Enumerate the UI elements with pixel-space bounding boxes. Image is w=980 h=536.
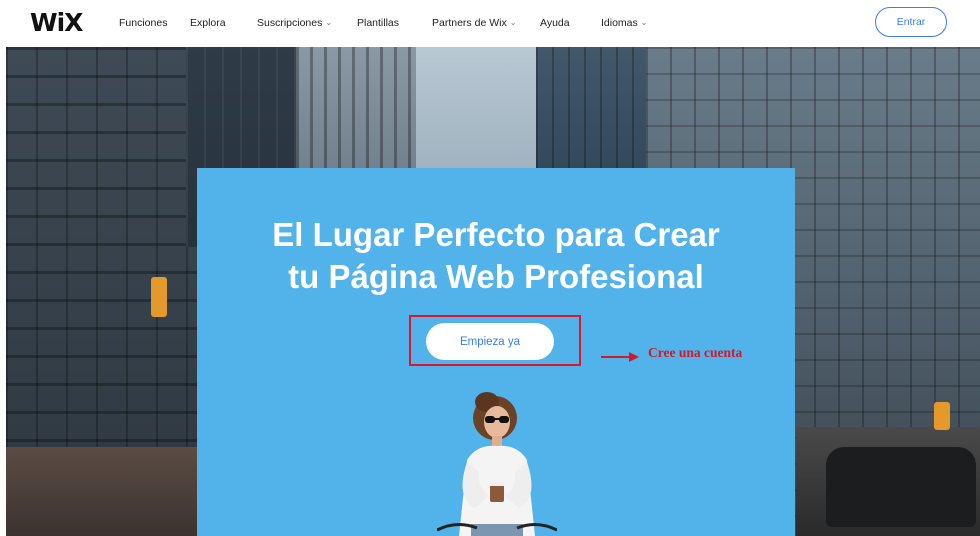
chevron-down-icon: ⌄ [325, 18, 333, 27]
nav-item-label: Funciones [119, 17, 168, 29]
nav-item-label: Partners de Wix [432, 17, 507, 29]
nav-item-ayuda[interactable]: Ayuda [540, 17, 570, 29]
headline-line-2: tu Página Web Profesional [288, 258, 704, 295]
headline-line-1: El Lugar Perfecto para Crear [272, 216, 720, 253]
hero-headline: El Lugar Perfecto para Crear tu Página W… [197, 214, 795, 298]
main-nav: Funciones Explora Suscripciones ⌄ Planti… [119, 16, 719, 30]
woman-with-coffee-image [437, 392, 557, 536]
annotation-highlight-box [409, 315, 581, 366]
nav-item-suscripciones[interactable]: Suscripciones ⌄ [257, 17, 332, 29]
street-left [6, 447, 201, 536]
arrow-right-icon [601, 352, 639, 362]
building-center-right [536, 47, 656, 177]
nav-item-funciones[interactable]: Funciones [119, 17, 167, 29]
annotation-label: Cree una cuenta [648, 345, 743, 360]
nav-item-explora[interactable]: Explora [190, 17, 226, 29]
nav-item-label: Suscripciones [257, 17, 323, 29]
nav-item-idiomas[interactable]: Idiomas ⌄ [601, 17, 647, 29]
nav-item-partners[interactable]: Partners de Wix ⌄ [432, 17, 516, 29]
top-navigation-bar: WiX Funciones Explora Suscripciones ⌄ Pl… [0, 0, 980, 46]
login-button[interactable]: Entrar [875, 7, 947, 37]
traffic-light-icon [934, 402, 950, 430]
nav-item-label: Plantillas [357, 17, 400, 29]
nav-item-plantillas[interactable]: Plantillas [357, 17, 399, 29]
wix-logo[interactable]: WiX [30, 8, 83, 37]
chevron-down-icon: ⌄ [640, 18, 648, 27]
nav-item-label: Ayuda [540, 17, 570, 29]
nav-item-label: Idiomas [601, 17, 638, 29]
car-image [826, 447, 976, 527]
building-center-sky [416, 47, 536, 177]
traffic-light-icon [151, 277, 167, 317]
building-center [296, 47, 416, 177]
nav-item-label: Explora [190, 17, 226, 29]
chevron-down-icon: ⌄ [509, 18, 517, 27]
